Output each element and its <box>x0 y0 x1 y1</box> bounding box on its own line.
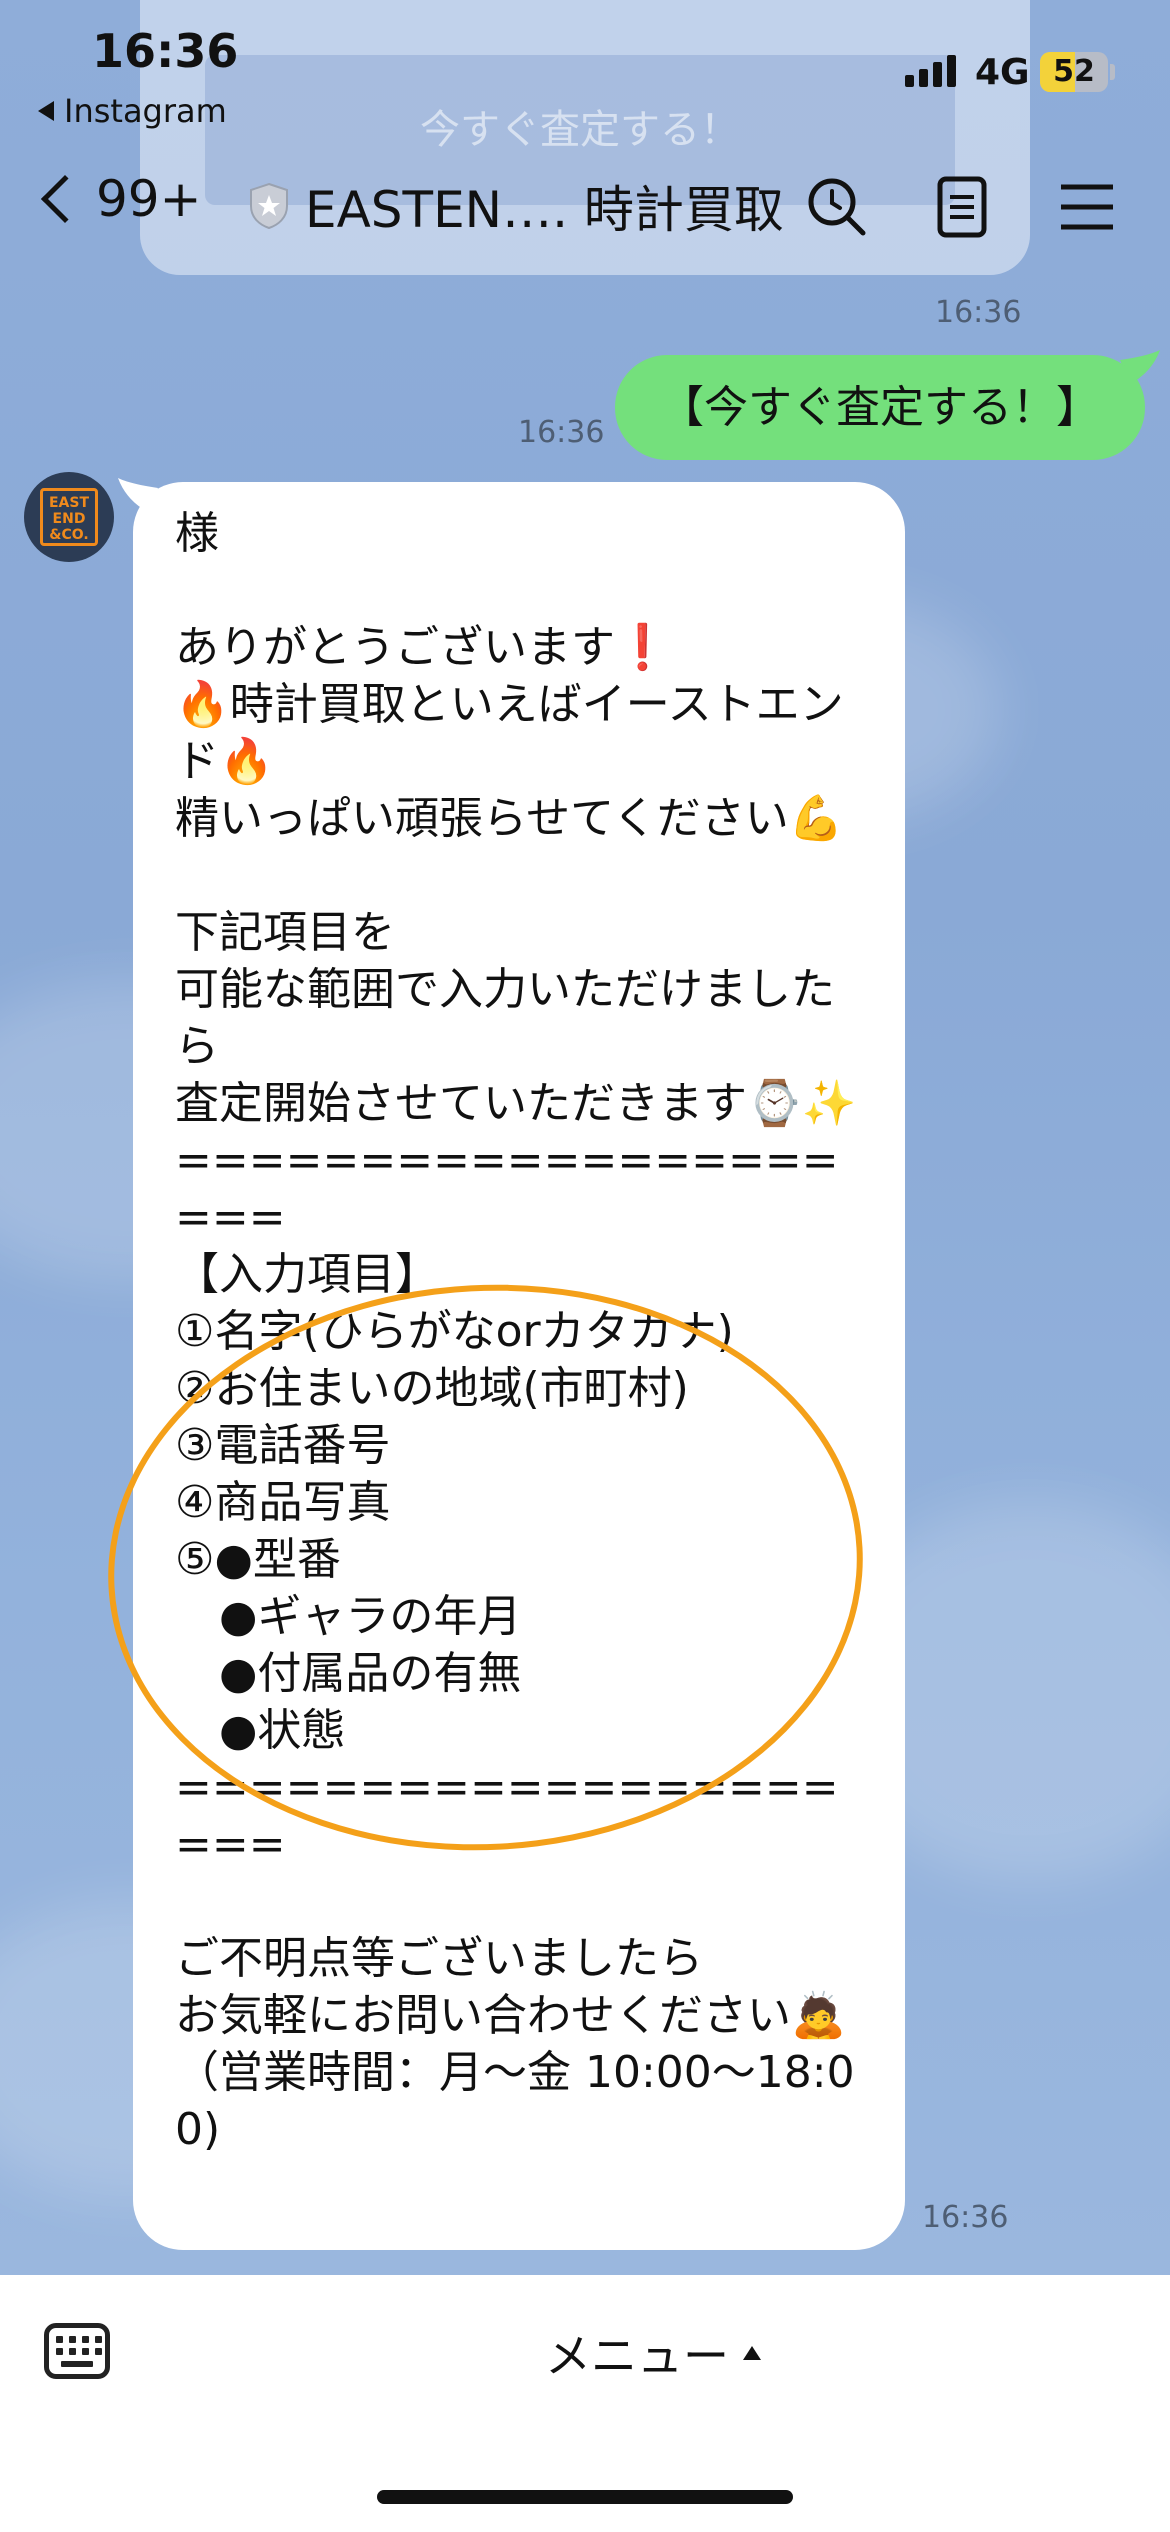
back-to-app[interactable]: Instagram <box>38 92 227 130</box>
avatar[interactable]: EAST END &CO. <box>24 472 114 562</box>
shield-icon <box>250 182 288 230</box>
home-indicator[interactable] <box>377 2490 793 2504</box>
menu-icon[interactable] <box>1055 175 1119 239</box>
network-type: 4G <box>975 52 1030 93</box>
message-timestamp: 16:36 <box>518 415 605 450</box>
bottom-bar: メニュー <box>0 2275 1170 2532</box>
back-triangle-icon <box>38 101 54 121</box>
notes-icon[interactable] <box>930 175 994 239</box>
battery-cap <box>1110 64 1115 80</box>
battery-icon: 52 <box>1040 52 1108 92</box>
chat-title[interactable]: EASTEN…. 時計買取 <box>305 170 784 242</box>
brand-logo-icon: EAST END &CO. <box>40 488 98 546</box>
keyboard-icon[interactable] <box>44 2323 110 2379</box>
unread-count[interactable]: 99+ <box>96 170 202 228</box>
back-app-label: Instagram <box>64 92 227 130</box>
chat-header: 99+ EASTEN…. 時計買取 <box>0 160 1170 255</box>
menu-label: メニュー <box>545 2329 729 2383</box>
battery-level: 52 <box>1053 54 1095 89</box>
status-time: 16:36 <box>92 24 239 78</box>
sent-message-bubble[interactable]: 【今すぐ査定する！】 <box>615 355 1145 460</box>
signal-icon <box>905 55 956 87</box>
message-timestamp: 16:36 <box>922 2200 1009 2235</box>
caret-up-icon <box>743 2346 761 2360</box>
message-timestamp: 16:36 <box>935 295 1022 330</box>
search-icon[interactable] <box>805 175 869 239</box>
back-chevron-icon[interactable] <box>40 174 90 224</box>
menu-toggle-button[interactable]: メニュー <box>545 2320 761 2386</box>
